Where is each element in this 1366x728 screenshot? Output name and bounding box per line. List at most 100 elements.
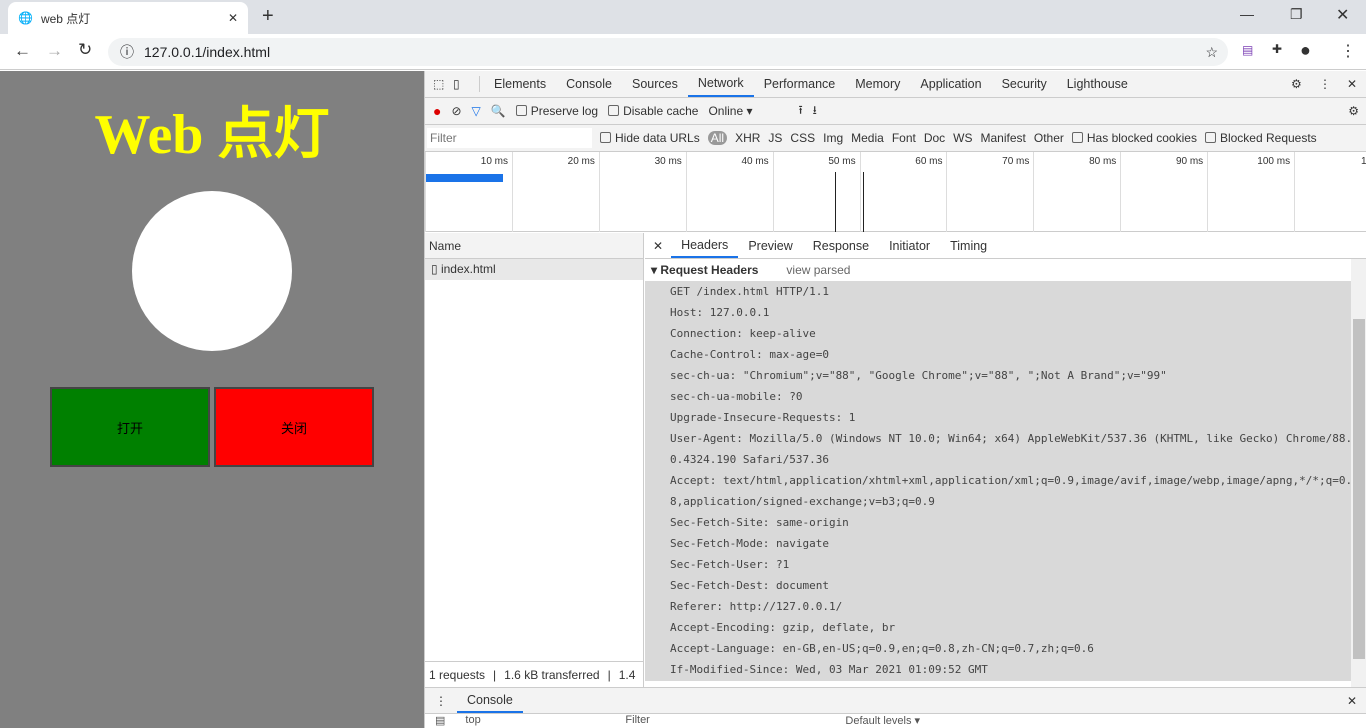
forward-icon[interactable]: → [46,41,63,61]
restore-button[interactable]: ❐ [1290,6,1303,23]
type-filter-other[interactable]: Other [1034,131,1064,145]
console-filter[interactable]: Filter [625,714,826,728]
inspect-icon[interactable]: ⬚ [433,77,453,91]
new-tab-button[interactable]: + [262,5,274,28]
drawer-menu-icon[interactable]: ⋮ [425,694,457,708]
header-line: Upgrade-Insecure-Requests: 1 [670,411,856,424]
tab-lighthouse[interactable]: Lighthouse [1057,71,1138,97]
close-drawer-icon[interactable]: ✕ [1347,694,1357,708]
reload-icon[interactable]: ↻ [78,40,92,60]
timeline-tick: 110 [1294,152,1366,232]
tab-memory[interactable]: Memory [845,71,910,97]
profile-avatar-icon[interactable]: ● [1300,40,1311,61]
type-filter-manifest[interactable]: Manifest [981,131,1026,145]
header-line: Sec-Fetch-User: ?1 [670,558,790,571]
levels-select[interactable]: Default levels ▾ [845,714,920,728]
import-har-icon[interactable]: ⭱ [798,101,802,122]
disable-cache-checkbox[interactable]: Disable cache [608,104,698,118]
tab-performance[interactable]: Performance [754,71,846,97]
detail-tab-response[interactable]: Response [803,233,879,258]
hide-data-urls-checkbox[interactable]: Hide data URLs [600,131,700,145]
back-icon[interactable]: ← [14,41,31,61]
close-window-button[interactable]: ✕ [1336,5,1349,25]
document-icon: ▯ [431,262,438,276]
web-page: Web 点灯 打开 关闭 [0,71,424,728]
timeline-tick: 30 ms [598,152,686,232]
request-headers-section[interactable]: ▾ Request Headers view parsed [645,259,1351,281]
extensions-icon[interactable]: ✚ [1272,42,1282,56]
header-line: Accept: text/html,application/xhtml+xml,… [670,474,1351,487]
address-bar[interactable]: ⓘ 127.0.0.1/index.html ☆ [108,38,1228,66]
resource-size: 1.4 [618,667,636,682]
close-tab-icon[interactable]: ✕ [228,11,238,25]
network-settings-icon[interactable]: ⚙ [1348,104,1359,118]
tab-elements[interactable]: Elements [484,71,556,97]
device-toolbar-icon[interactable]: ▯ [453,77,479,91]
preserve-log-checkbox[interactable]: Preserve log [515,104,598,118]
filter-input[interactable] [427,128,592,148]
header-line: Referer: http://127.0.0.1/ [670,600,843,613]
export-har-icon[interactable]: ⭳ [813,101,817,122]
timeline-tick: 20 ms [511,152,599,232]
sidebar-icon[interactable]: ▤ [435,714,445,728]
name-column-header[interactable]: Name [425,233,643,259]
header-line: sec-ch-ua: "Chromium";v="88", "Google Ch… [670,369,1167,382]
context-select[interactable]: top [465,714,605,728]
type-filter-css[interactable]: CSS [790,131,815,145]
tab-sources[interactable]: Sources [622,71,688,97]
browser-tab[interactable]: 🌐 web 点灯 ✕ [8,2,248,34]
drawer-tab-console[interactable]: Console [457,688,523,713]
request-row[interactable]: ▯ index.html [425,259,643,280]
header-line: Accept-Encoding: gzip, deflate, br [670,621,896,634]
url-text[interactable]: 127.0.0.1/index.html [144,44,270,60]
throttle-select[interactable]: Online ▾ [708,104,788,118]
tab-console[interactable]: Console [556,71,622,97]
triangle-down-icon: ▾ [651,263,658,277]
info-icon: ⓘ [120,44,134,60]
detail-tab-preview[interactable]: Preview [738,233,802,258]
type-filter-ws[interactable]: WS [953,131,972,145]
detail-tab-initiator[interactable]: Initiator [879,233,940,258]
tab-network[interactable]: Network [687,71,754,97]
devtools-panel: ⬚ ▯ Elements Console Sources Network Perform… [424,71,1366,728]
type-filter-js[interactable]: JS [768,131,782,145]
view-parsed-link[interactable]: view parsed [786,263,850,277]
type-filter-doc[interactable]: Doc [924,131,945,145]
search-icon[interactable]: 🔍 [491,104,506,118]
console-toolbar: ▤ top Filter Default levels ▾ [425,714,1366,728]
scrollbar[interactable] [1351,259,1366,687]
timeline-tick: 70 ms [946,152,1033,232]
bookmark-star-icon[interactable]: ☆ [1205,44,1218,61]
type-filter-img[interactable]: Img [823,131,843,145]
filter-icon[interactable]: ▽ [472,104,481,118]
type-filter-media[interactable]: Media [851,131,884,145]
network-toolbar: ● ⊘ ▽ 🔍 Preserve log Disable cache Onlin… [425,98,1366,125]
record-icon[interactable]: ● [433,103,441,119]
tab-security[interactable]: Security [992,71,1057,97]
detail-tab-headers[interactable]: Headers [671,233,739,258]
settings-icon[interactable]: ⚙ [1291,77,1319,91]
timeline-overview[interactable]: 10 ms 20 ms 30 ms 40 ms 50 ms 60 ms 70 ms 80 ms… [425,152,1366,232]
off-button[interactable]: 关闭 [214,387,374,467]
timeline-tick: 50 ms [772,152,860,232]
close-devtools-icon[interactable]: ✕ [1347,77,1366,91]
header-line: Accept-Language: en-GB,en-US;q=0.9,en;q=… [670,642,1094,655]
drawer-tabbar: ⋮ Console ✕ [425,687,1366,714]
type-filter-font[interactable]: Font [892,131,916,145]
type-filter-xhr[interactable]: XHR [735,131,760,145]
blocked-requests-checkbox[interactable]: Blocked Requests [1204,131,1317,145]
on-button[interactable]: 打开 [50,387,210,467]
detail-tab-timing[interactable]: Timing [940,233,997,258]
pdf-extension-icon[interactable]: ▤ [1242,43,1253,57]
toolbar: ← → ↻ ⓘ 127.0.0.1/index.html ☆ ▤ ✚ ● ⋮ [0,34,1366,70]
timeline-tick: 60 ms [859,152,947,232]
has-blocked-cookies-checkbox[interactable]: Has blocked cookies [1071,131,1197,145]
tab-application[interactable]: Application [910,71,991,97]
timeline-tick: 10 ms [425,152,512,232]
type-filter-all[interactable]: All [707,131,728,145]
minimize-button[interactable]: — [1240,6,1254,22]
menu-icon[interactable]: ⋮ [1340,41,1356,61]
close-detail-icon[interactable]: ✕ [645,239,671,253]
more-icon[interactable]: ⋮ [1319,77,1347,91]
clear-icon[interactable]: ⊘ [451,104,461,118]
